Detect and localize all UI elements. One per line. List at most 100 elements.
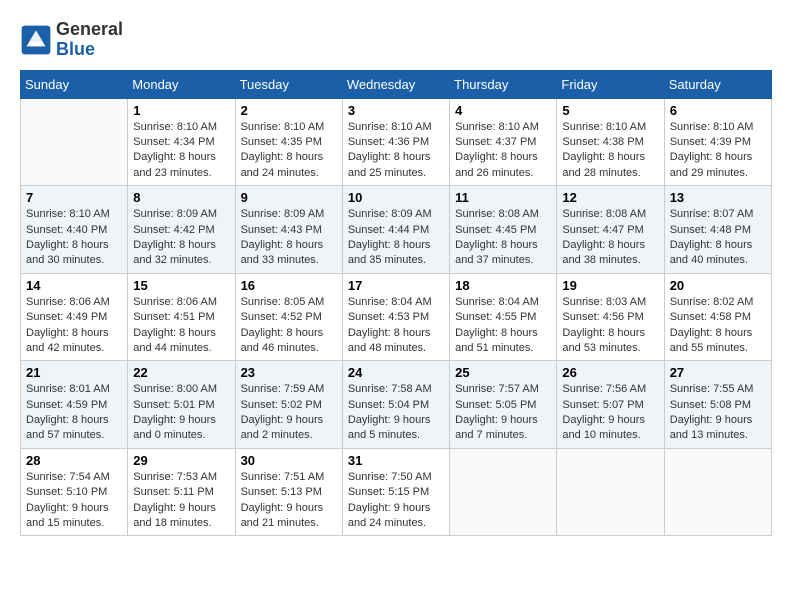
day-info: Sunrise: 8:02 AMSunset: 4:58 PMDaylight:… <box>670 295 766 357</box>
day-cell <box>21 98 128 186</box>
day-cell: 4 Sunrise: 8:10 AMSunset: 4:37 PMDaylight… <box>450 98 557 186</box>
header-wednesday: Wednesday <box>342 70 449 98</box>
day-info: Sunrise: 8:10 AMSunset: 4:35 PMDaylight:… <box>241 120 337 182</box>
day-cell: 24 Sunrise: 7:58 AMSunset: 5:04 PMDayligh… <box>342 361 449 449</box>
week-row-5: 28 Sunrise: 7:54 AMSunset: 5:10 PMDayligh… <box>21 448 772 536</box>
day-info: Sunrise: 8:06 AMSunset: 4:49 PMDaylight:… <box>26 295 122 357</box>
day-cell: 15 Sunrise: 8:06 AMSunset: 4:51 PMDayligh… <box>128 273 235 361</box>
day-info: Sunrise: 7:55 AMSunset: 5:08 PMDaylight:… <box>670 382 766 444</box>
day-cell: 5 Sunrise: 8:10 AMSunset: 4:38 PMDaylight… <box>557 98 664 186</box>
day-info: Sunrise: 8:01 AMSunset: 4:59 PMDaylight:… <box>26 382 122 444</box>
day-number: 10 <box>348 190 444 205</box>
day-cell <box>557 448 664 536</box>
day-cell: 8 Sunrise: 8:09 AMSunset: 4:42 PMDaylight… <box>128 186 235 274</box>
week-row-2: 7Sunrise: 8:10 AMSunset: 4:40 PMDaylight… <box>21 186 772 274</box>
day-info: Sunrise: 8:04 AMSunset: 4:55 PMDaylight:… <box>455 295 551 357</box>
day-number: 26 <box>562 365 658 380</box>
day-info: Sunrise: 8:10 AMSunset: 4:37 PMDaylight:… <box>455 120 551 182</box>
day-number: 24 <box>348 365 444 380</box>
day-number: 13 <box>670 190 766 205</box>
day-cell: 13 Sunrise: 8:07 AMSunset: 4:48 PMDayligh… <box>664 186 771 274</box>
day-number: 5 <box>562 103 658 118</box>
day-number: 27 <box>670 365 766 380</box>
day-number: 4 <box>455 103 551 118</box>
day-info: Sunrise: 8:08 AMSunset: 4:45 PMDaylight:… <box>455 207 551 269</box>
day-info: Sunrise: 7:51 AMSunset: 5:13 PMDaylight:… <box>241 470 337 532</box>
day-cell: 17Sunrise: 8:04 AMSunset: 4:53 PMDayligh… <box>342 273 449 361</box>
day-number: 29 <box>133 453 229 468</box>
day-number: 23 <box>241 365 337 380</box>
day-info: Sunrise: 8:10 AMSunset: 4:34 PMDaylight:… <box>133 120 229 182</box>
day-info: Sunrise: 8:05 AMSunset: 4:52 PMDaylight:… <box>241 295 337 357</box>
day-info: Sunrise: 8:09 AMSunset: 4:42 PMDaylight:… <box>133 207 229 269</box>
page-header: General Blue <box>20 20 772 60</box>
day-cell: 10 Sunrise: 8:09 AMSunset: 4:44 PMDayligh… <box>342 186 449 274</box>
day-info: Sunrise: 7:59 AMSunset: 5:02 PMDaylight:… <box>241 382 337 444</box>
day-info: Sunrise: 8:07 AMSunset: 4:48 PMDaylight:… <box>670 207 766 269</box>
header-friday: Friday <box>557 70 664 98</box>
day-cell: 25Sunrise: 7:57 AMSunset: 5:05 PMDayligh… <box>450 361 557 449</box>
day-cell <box>664 448 771 536</box>
day-cell: 14 Sunrise: 8:06 AMSunset: 4:49 PMDayligh… <box>21 273 128 361</box>
day-info: Sunrise: 7:56 AMSunset: 5:07 PMDaylight:… <box>562 382 658 444</box>
day-number: 31 <box>348 453 444 468</box>
day-info: Sunrise: 8:10 AMSunset: 4:38 PMDaylight:… <box>562 120 658 182</box>
day-cell: 2 Sunrise: 8:10 AMSunset: 4:35 PMDaylight… <box>235 98 342 186</box>
day-cell: 26 Sunrise: 7:56 AMSunset: 5:07 PMDayligh… <box>557 361 664 449</box>
day-number: 2 <box>241 103 337 118</box>
day-number: 21 <box>26 365 122 380</box>
day-cell: 9 Sunrise: 8:09 AMSunset: 4:43 PMDaylight… <box>235 186 342 274</box>
logo: General Blue <box>20 20 123 60</box>
day-info: Sunrise: 8:03 AMSunset: 4:56 PMDaylight:… <box>562 295 658 357</box>
header-tuesday: Tuesday <box>235 70 342 98</box>
day-number: 9 <box>241 190 337 205</box>
day-cell: 6 Sunrise: 8:10 AMSunset: 4:39 PMDaylight… <box>664 98 771 186</box>
day-number: 14 <box>26 278 122 293</box>
calendar-header-row: SundayMondayTuesdayWednesdayThursdayFrid… <box>21 70 772 98</box>
header-saturday: Saturday <box>664 70 771 98</box>
day-cell: 21 Sunrise: 8:01 AMSunset: 4:59 PMDayligh… <box>21 361 128 449</box>
calendar-table: SundayMondayTuesdayWednesdayThursdayFrid… <box>20 70 772 537</box>
day-number: 3 <box>348 103 444 118</box>
day-number: 30 <box>241 453 337 468</box>
day-info: Sunrise: 7:54 AMSunset: 5:10 PMDaylight:… <box>26 470 122 532</box>
day-cell: 27 Sunrise: 7:55 AMSunset: 5:08 PMDayligh… <box>664 361 771 449</box>
day-cell: 7Sunrise: 8:10 AMSunset: 4:40 PMDaylight… <box>21 186 128 274</box>
day-cell <box>450 448 557 536</box>
day-cell: 31 Sunrise: 7:50 AMSunset: 5:15 PMDayligh… <box>342 448 449 536</box>
day-cell: 19 Sunrise: 8:03 AMSunset: 4:56 PMDayligh… <box>557 273 664 361</box>
day-cell: 18 Sunrise: 8:04 AMSunset: 4:55 PMDayligh… <box>450 273 557 361</box>
week-row-3: 14 Sunrise: 8:06 AMSunset: 4:49 PMDayligh… <box>21 273 772 361</box>
day-info: Sunrise: 7:53 AMSunset: 5:11 PMDaylight:… <box>133 470 229 532</box>
day-info: Sunrise: 8:09 AMSunset: 4:44 PMDaylight:… <box>348 207 444 269</box>
day-info: Sunrise: 7:58 AMSunset: 5:04 PMDaylight:… <box>348 382 444 444</box>
day-number: 1 <box>133 103 229 118</box>
day-cell: 29 Sunrise: 7:53 AMSunset: 5:11 PMDayligh… <box>128 448 235 536</box>
day-number: 6 <box>670 103 766 118</box>
day-cell: 12Sunrise: 8:08 AMSunset: 4:47 PMDayligh… <box>557 186 664 274</box>
day-info: Sunrise: 8:06 AMSunset: 4:51 PMDaylight:… <box>133 295 229 357</box>
logo-icon <box>20 24 52 56</box>
day-info: Sunrise: 7:50 AMSunset: 5:15 PMDaylight:… <box>348 470 444 532</box>
week-row-4: 21 Sunrise: 8:01 AMSunset: 4:59 PMDayligh… <box>21 361 772 449</box>
day-number: 19 <box>562 278 658 293</box>
day-number: 15 <box>133 278 229 293</box>
day-cell: 20 Sunrise: 8:02 AMSunset: 4:58 PMDayligh… <box>664 273 771 361</box>
day-number: 12 <box>562 190 658 205</box>
day-number: 20 <box>670 278 766 293</box>
day-info: Sunrise: 8:10 AMSunset: 4:39 PMDaylight:… <box>670 120 766 182</box>
header-sunday: Sunday <box>21 70 128 98</box>
day-info: Sunrise: 8:00 AMSunset: 5:01 PMDaylight:… <box>133 382 229 444</box>
day-cell: 16Sunrise: 8:05 AMSunset: 4:52 PMDayligh… <box>235 273 342 361</box>
day-info: Sunrise: 8:10 AMSunset: 4:36 PMDaylight:… <box>348 120 444 182</box>
day-info: Sunrise: 7:57 AMSunset: 5:05 PMDaylight:… <box>455 382 551 444</box>
day-number: 8 <box>133 190 229 205</box>
day-info: Sunrise: 8:10 AMSunset: 4:40 PMDaylight:… <box>26 207 122 269</box>
day-number: 18 <box>455 278 551 293</box>
logo-text: General Blue <box>56 20 123 60</box>
header-thursday: Thursday <box>450 70 557 98</box>
day-cell: 30 Sunrise: 7:51 AMSunset: 5:13 PMDayligh… <box>235 448 342 536</box>
day-info: Sunrise: 8:04 AMSunset: 4:53 PMDaylight:… <box>348 295 444 357</box>
day-number: 28 <box>26 453 122 468</box>
day-info: Sunrise: 8:09 AMSunset: 4:43 PMDaylight:… <box>241 207 337 269</box>
